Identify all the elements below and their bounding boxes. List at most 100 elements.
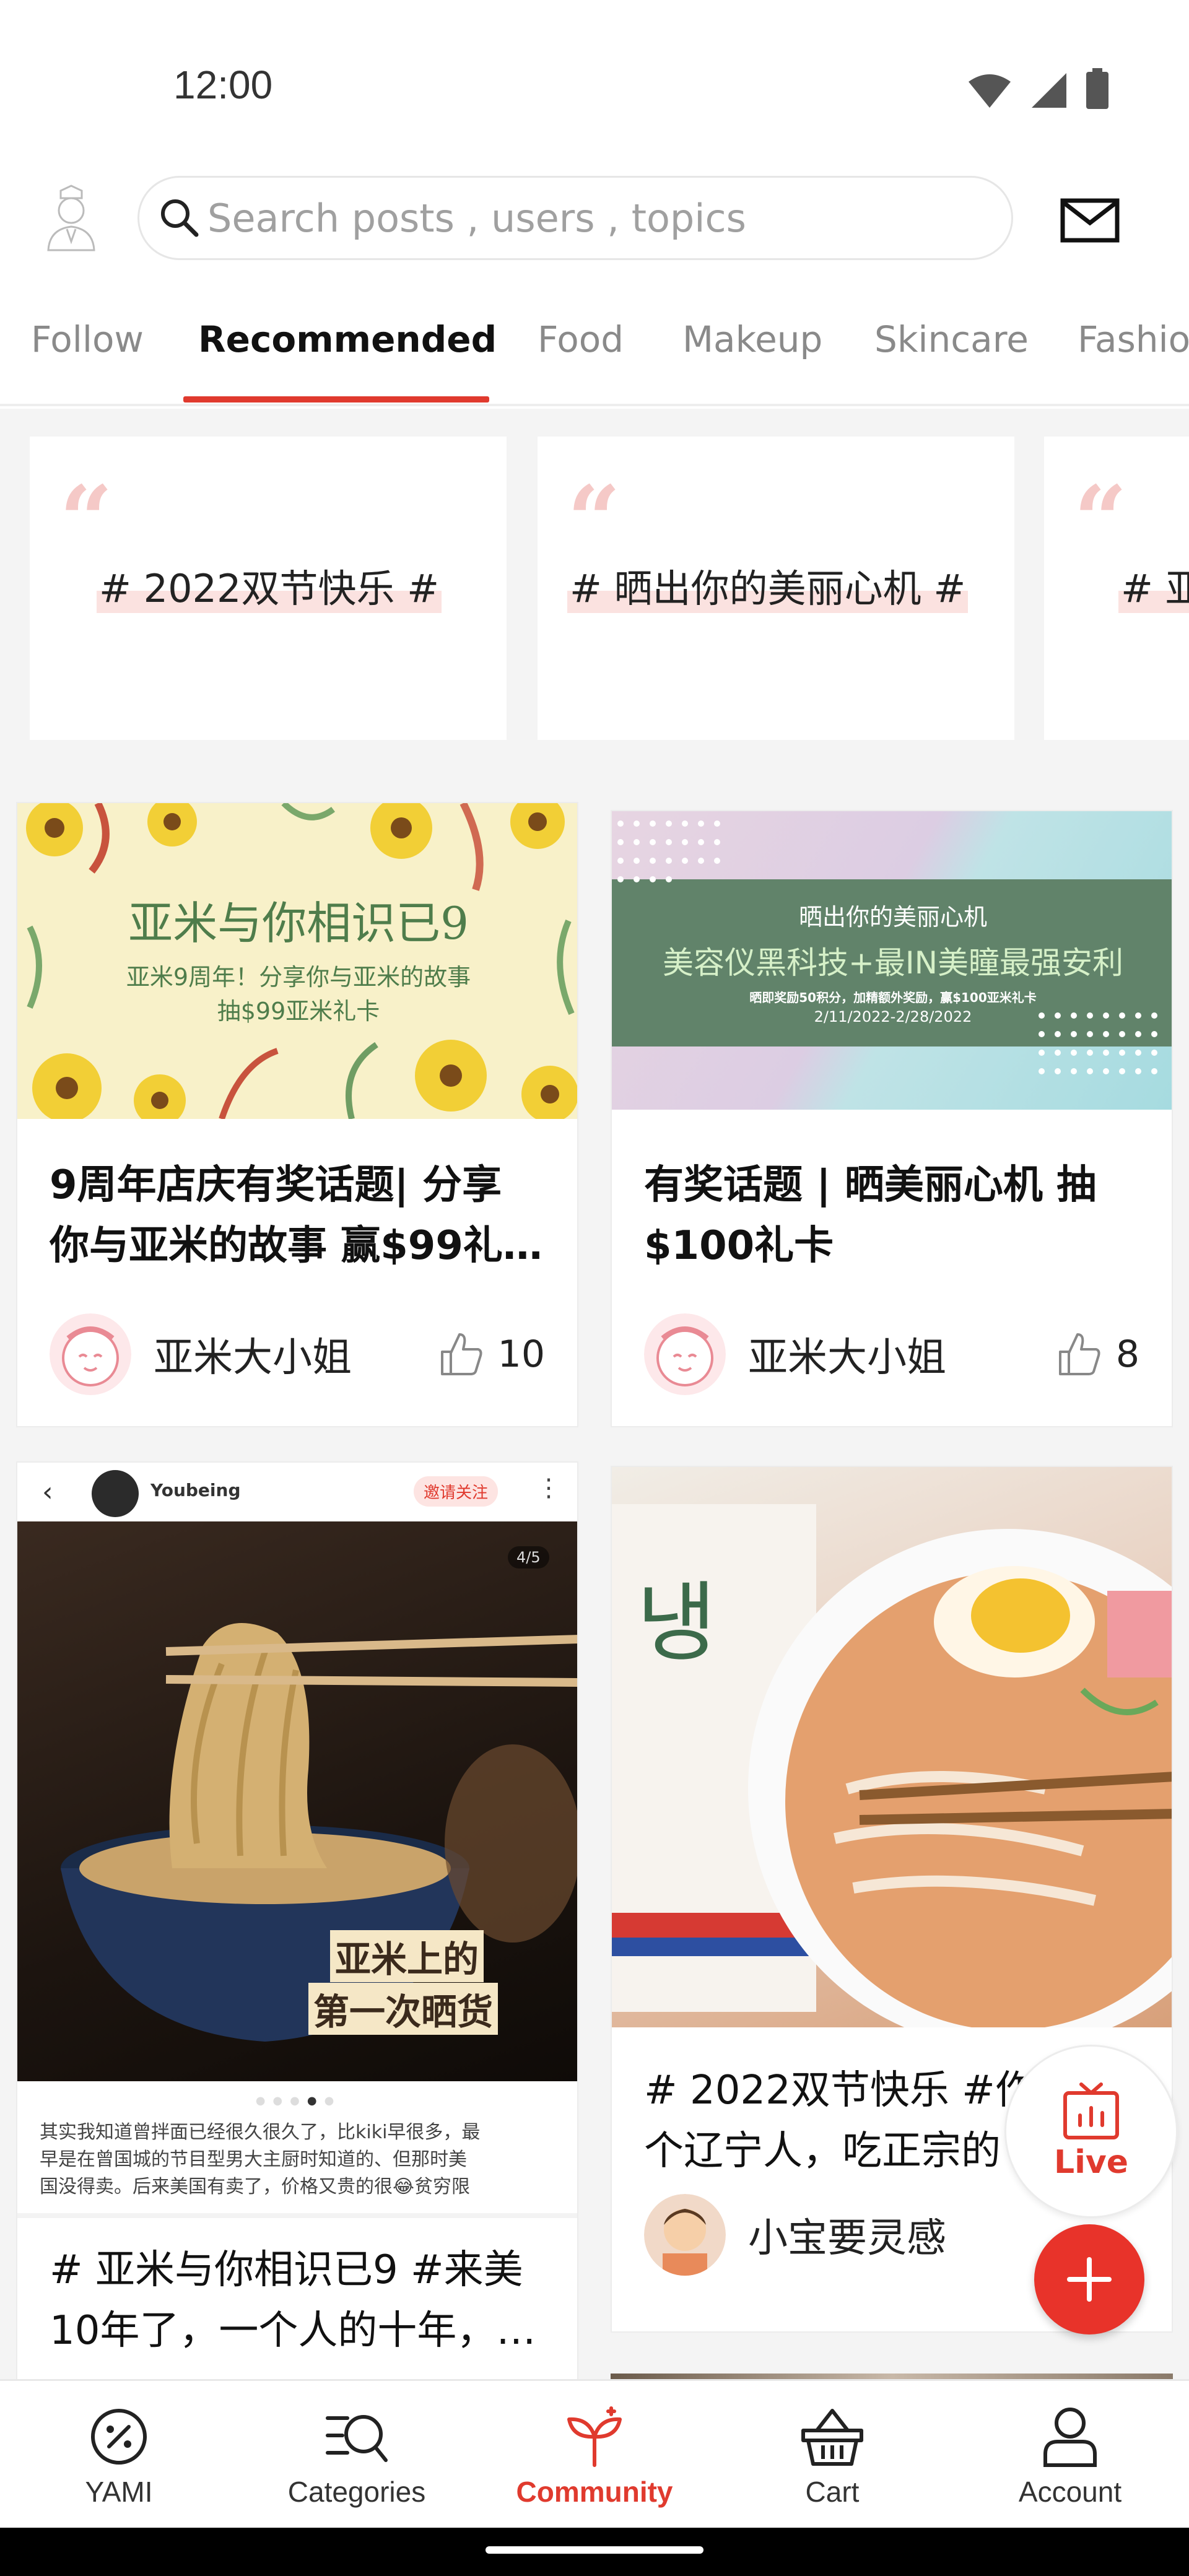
status-icons bbox=[967, 68, 1108, 109]
nav-label: Cart bbox=[805, 2476, 860, 2508]
overlay-caption: 亚米上的 bbox=[330, 1930, 484, 1982]
noodle-soup-icon: 냉 bbox=[612, 1504, 1172, 2049]
embedded-post-header: ‹ Youbeing 邀请关注 ⋮ bbox=[17, 1463, 577, 1521]
live-button[interactable]: Live bbox=[1004, 2045, 1178, 2218]
embed-user-avatar bbox=[92, 1470, 139, 1517]
tab-fashion[interactable]: Fashion bbox=[1078, 318, 1189, 360]
topic-label: # 亚 bbox=[1118, 557, 1189, 613]
battery-icon bbox=[1086, 68, 1108, 109]
banner-subtitle: 抽$99亚米礼卡 bbox=[217, 998, 380, 1025]
banner-main-text: 美容仪黑科技+最IN美瞳最强安利 bbox=[662, 945, 1124, 981]
wifi-icon bbox=[969, 74, 1011, 108]
account-person-icon bbox=[1043, 2408, 1097, 2467]
nav-item-account[interactable]: Account bbox=[951, 2406, 1189, 2509]
add-post-button[interactable] bbox=[1034, 2224, 1144, 2334]
active-tab-indicator bbox=[183, 396, 489, 402]
image-counter: 4/5 bbox=[508, 1546, 549, 1569]
post-caption: 其实我知道曾拌面已经很久很久了，比kiki早很多，最 早是在曾国城的节目型男大主… bbox=[40, 2119, 560, 2201]
embed-follow-badge: 邀请关注 bbox=[414, 1476, 499, 1507]
categories-search-icon bbox=[326, 2415, 388, 2462]
topic-card[interactable]: “ # 2022双节快乐 # bbox=[30, 437, 507, 740]
avatar[interactable] bbox=[644, 1313, 726, 1395]
status-bar: 12:00 bbox=[0, 0, 1189, 155]
post-title-line: $100礼卡 bbox=[644, 1223, 834, 1269]
post-title-line: # 亚米与你相识已9 #来美 bbox=[50, 2247, 523, 2293]
signal-icon bbox=[1032, 73, 1066, 108]
profile-avatar-button[interactable] bbox=[43, 185, 99, 253]
like-count: 8 bbox=[1115, 1333, 1139, 1376]
quote-icon: “ bbox=[59, 466, 113, 575]
post-title-line: # 2022双节快乐 #作 bbox=[644, 2068, 1035, 2113]
avatar[interactable] bbox=[644, 2194, 726, 2276]
bottom-navigation: YAMI Categories Community Cart Account bbox=[0, 2379, 1189, 2528]
nav-label: Community bbox=[516, 2476, 673, 2508]
nav-label: YAMI bbox=[85, 2476, 153, 2508]
topic-card[interactable]: “ # 晒出你的美丽心机 # bbox=[538, 437, 1014, 740]
header bbox=[0, 161, 1189, 272]
banner-subtitle: 亚米9周年！分享你与亚米的故事 bbox=[126, 964, 471, 991]
author-name[interactable]: 亚米大小姐 bbox=[748, 1326, 1054, 1383]
post-meta: 亚米大小姐 10 bbox=[50, 1311, 545, 1398]
mail-button[interactable] bbox=[1059, 192, 1121, 248]
post-title-line: 9周年店庆有奖话题| 分享 bbox=[50, 1162, 502, 1208]
yami-discount-icon bbox=[91, 2409, 147, 2465]
home-gesture-pill[interactable] bbox=[486, 2546, 703, 2554]
post-title: # 亚米与你相识已9 #来美 10年了，一个人的十年，… bbox=[50, 2240, 536, 2361]
post-caption-line: 国没得卖。后来美国有卖了，价格又贵的很😂贫穷限 bbox=[40, 2176, 471, 2198]
post-card[interactable]: 亚米与你相识已9 亚米9周年！分享你与亚米的故事 抽$99亚米礼卡 9周年店庆有… bbox=[16, 802, 578, 1427]
author-avatar-icon bbox=[644, 2194, 726, 2276]
post-banner-image: 亚米与你相识已9 亚米9周年！分享你与亚米的故事 抽$99亚米礼卡 bbox=[17, 803, 577, 1126]
carousel-dots: ●●●●● bbox=[255, 2094, 342, 2107]
banner-title: 亚米与你相识已9 bbox=[128, 897, 469, 949]
nav-item-yami[interactable]: YAMI bbox=[0, 2406, 238, 2509]
post-photo-noodles: 4/5 亚米上的 第一次晒货 bbox=[17, 1521, 577, 2081]
community-sprout-icon bbox=[567, 2406, 622, 2467]
tab-recommended[interactable]: Recommended bbox=[198, 318, 497, 360]
topic-label: # 晒出你的美丽心机 # bbox=[567, 557, 969, 613]
svg-text:냉: 냉 bbox=[637, 1573, 716, 1674]
avatar[interactable] bbox=[50, 1313, 131, 1395]
topic-card[interactable]: “ # 亚 bbox=[1044, 437, 1189, 740]
post-title-line: 个辽宁人，吃正宗的 bbox=[644, 2128, 1001, 2174]
nav-item-categories[interactable]: Categories bbox=[238, 2406, 476, 2509]
plus-icon bbox=[1067, 2257, 1112, 2302]
post-meta: 亚米大小姐 8 bbox=[644, 1311, 1139, 1398]
topic-label: # 2022双节快乐 # bbox=[97, 557, 442, 613]
post-photo-cold-noodles: 냉 bbox=[612, 1467, 1172, 2049]
more-icon: ⋮ bbox=[536, 1474, 561, 1502]
tab-makeup[interactable]: Makeup bbox=[682, 318, 822, 360]
post-caption-line: 其实我知道曾拌面已经很久很久了，比kiki早很多，最 bbox=[40, 2121, 481, 2143]
nav-label: Account bbox=[1018, 2476, 1122, 2508]
post-title: 有奖话题 | 晒美丽心机 抽 $100礼卡 bbox=[644, 1155, 1096, 1276]
nav-label: Categories bbox=[287, 2476, 426, 2508]
post-title: 9周年店庆有奖话题| 分享 你与亚米的故事 赢$99礼… bbox=[50, 1155, 542, 1276]
tab-follow[interactable]: Follow bbox=[31, 318, 144, 360]
overlay-caption: 第一次晒货 bbox=[308, 1983, 499, 2035]
category-tabs: Follow Recommended Food Makeup Skincare … bbox=[0, 310, 1189, 406]
banner-small-text: 晒即奖励50积分，加精额外奖励，赢$100亚米礼卡 bbox=[749, 990, 1037, 1005]
search-input[interactable] bbox=[207, 195, 951, 241]
system-gesture-bar bbox=[0, 2528, 1189, 2576]
mail-icon bbox=[1060, 198, 1120, 243]
banner-date: 2/11/2022-2/28/2022 bbox=[814, 1008, 972, 1025]
tab-food[interactable]: Food bbox=[538, 318, 624, 360]
quote-icon: “ bbox=[567, 466, 621, 575]
tv-live-icon bbox=[1063, 2082, 1119, 2139]
thumbs-up-icon[interactable] bbox=[436, 1329, 486, 1379]
post-card[interactable]: 晒出你的美丽心机 美容仪黑科技+最IN美瞳最强安利 晒即奖励50积分，加精额外奖… bbox=[611, 810, 1173, 1427]
post-card[interactable]: ‹ Youbeing 邀请关注 ⋮ 4/5 亚米上的 第一次晒货 ●●●●● 其… bbox=[16, 1461, 578, 2381]
thumbs-up-icon[interactable] bbox=[1054, 1329, 1104, 1379]
topic-carousel: “ # 2022双节快乐 # “ # 晒出你的美丽心机 # “ # 亚 bbox=[0, 409, 1189, 771]
banner-top-text: 晒出你的美丽心机 bbox=[798, 903, 987, 931]
nav-item-cart[interactable]: Cart bbox=[713, 2406, 951, 2509]
quote-icon: “ bbox=[1074, 466, 1128, 575]
author-avatar-icon bbox=[50, 1313, 131, 1395]
status-time: 12:00 bbox=[173, 63, 273, 107]
live-label: Live bbox=[1053, 2144, 1129, 2181]
nav-item-community[interactable]: Community bbox=[476, 2406, 713, 2509]
cart-basket-icon bbox=[801, 2409, 863, 2466]
tab-skincare[interactable]: Skincare bbox=[874, 318, 1029, 360]
divider bbox=[17, 2213, 577, 2218]
author-name[interactable]: 亚米大小姐 bbox=[154, 1326, 436, 1383]
search-bar[interactable] bbox=[137, 176, 1013, 260]
